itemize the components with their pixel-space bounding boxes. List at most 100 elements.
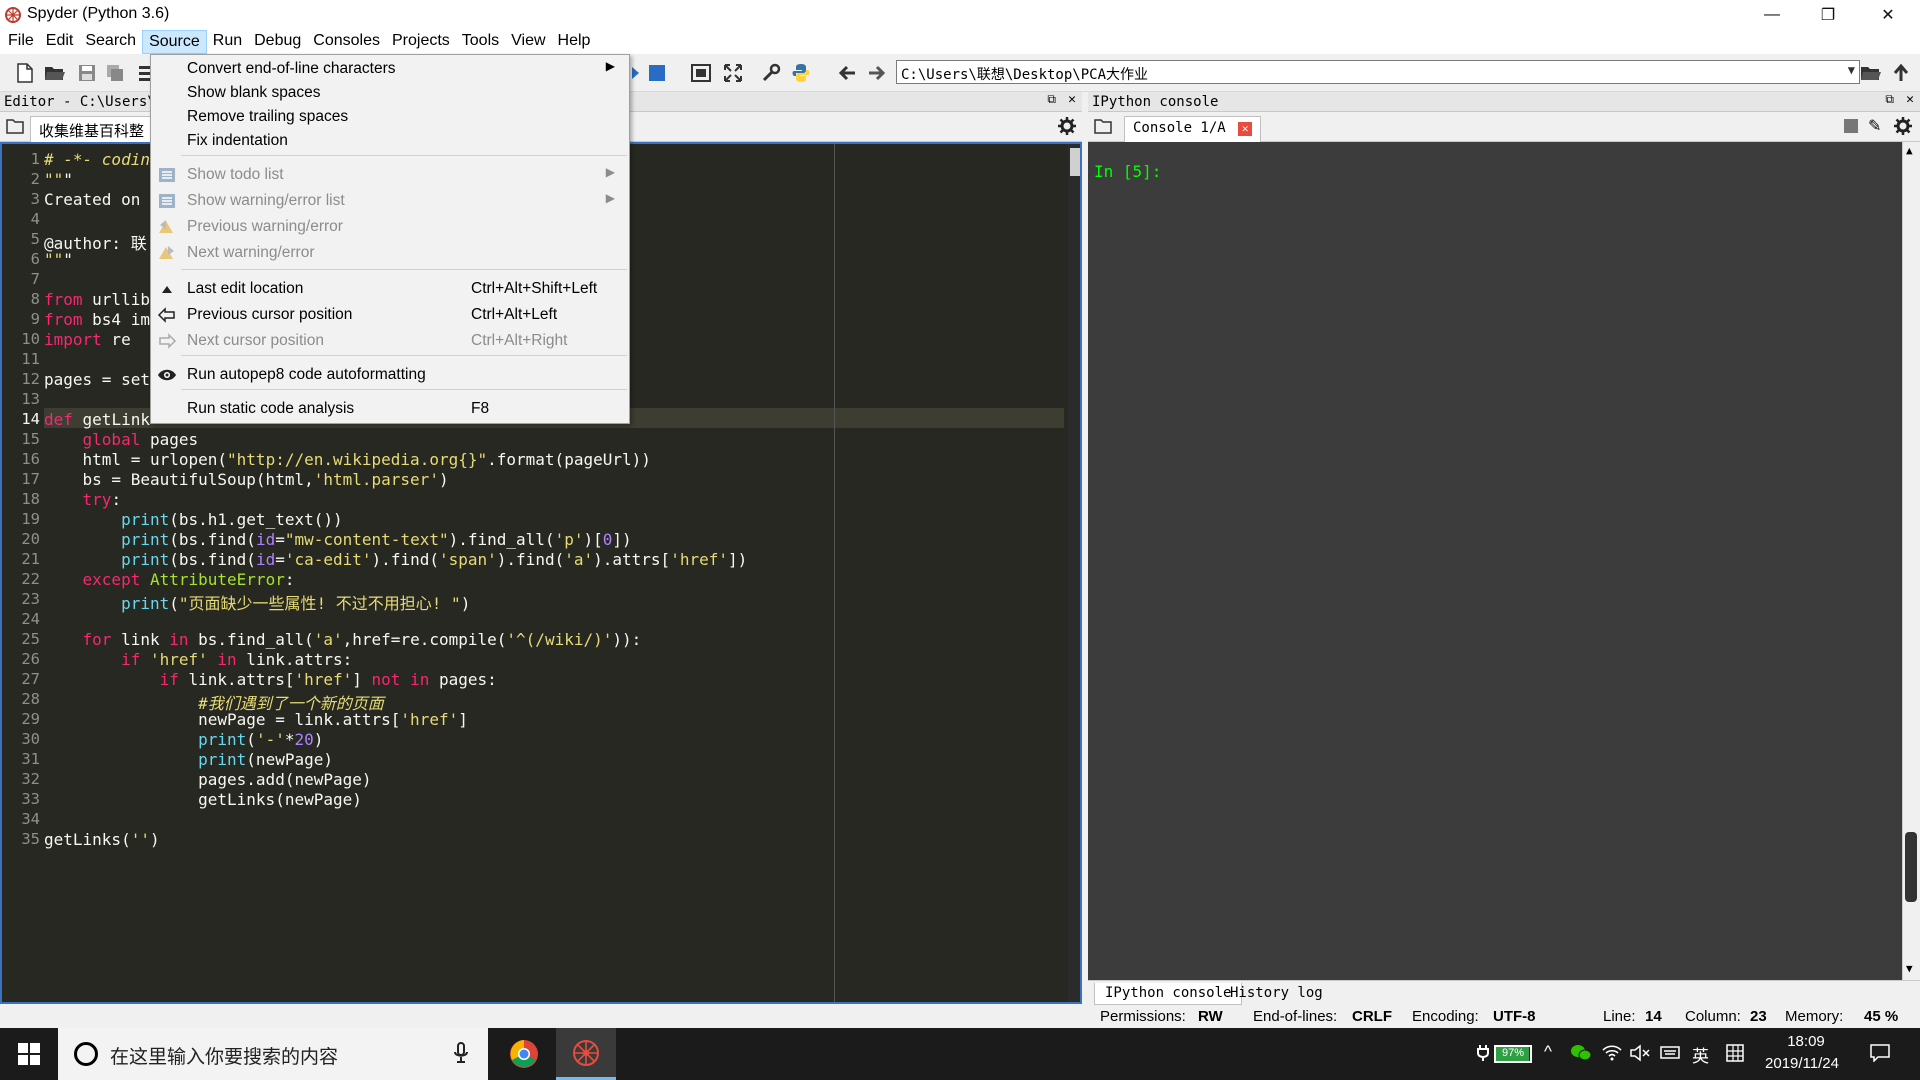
console-header-title: IPython console xyxy=(1092,94,1219,110)
menu-item-remove-trailing-spaces[interactable]: Remove trailing spaces xyxy=(151,105,629,129)
menu-run[interactable]: Run xyxy=(207,30,248,54)
clock-time[interactable]: 18:09 xyxy=(1766,1033,1846,1050)
save-file-icon[interactable] xyxy=(76,62,98,84)
menu-source[interactable]: Source xyxy=(142,30,207,54)
minimize-button[interactable]: — xyxy=(1744,0,1800,30)
new-file-icon[interactable] xyxy=(14,62,36,84)
gear-icon[interactable] xyxy=(1058,117,1076,140)
line-number: 9 xyxy=(30,310,40,328)
volume-muted-icon[interactable] xyxy=(1630,1044,1650,1067)
python-icon[interactable] xyxy=(790,62,812,84)
line-number: 23 xyxy=(21,590,40,608)
code-line: pages.add(newPage) xyxy=(44,770,372,789)
line-number: 29 xyxy=(21,710,40,728)
clock-date[interactable]: 2019/11/24 xyxy=(1752,1055,1852,1072)
eol-label: End-of-lines: xyxy=(1253,1008,1338,1025)
close-button[interactable]: ✕ xyxy=(1860,0,1916,30)
battery-indicator[interactable]: 97% xyxy=(1494,1045,1532,1063)
menu-item-previous-warning-error: Previous warning/error xyxy=(151,215,629,239)
maximize-pane-icon[interactable] xyxy=(690,62,712,84)
menu-item-shortcut: Ctrl+Alt+Left xyxy=(471,306,558,323)
console-pane-header: IPython console ⧉ ✕ xyxy=(1088,92,1920,112)
menu-view[interactable]: View xyxy=(505,30,551,54)
code-line: newPage = link.attrs['href'] xyxy=(44,710,468,729)
close-pane-icon[interactable]: ✕ xyxy=(1906,92,1914,107)
fullscreen-icon[interactable] xyxy=(722,62,744,84)
editor-scrollbar[interactable] xyxy=(1068,144,1080,1002)
ime-indicator[interactable]: 英 xyxy=(1692,1042,1709,1067)
stop-icon[interactable] xyxy=(646,62,668,84)
chevron-down-icon[interactable]: ▼ xyxy=(1848,63,1855,77)
browse-tabs-icon[interactable] xyxy=(1094,118,1112,139)
undock-icon[interactable]: ⧉ xyxy=(1047,92,1056,107)
undock-icon[interactable]: ⧉ xyxy=(1885,92,1894,107)
scroll-up-icon[interactable]: ▲ xyxy=(1906,144,1913,157)
parent-directory-icon[interactable] xyxy=(1890,62,1912,84)
menu-item-previous-cursor-position[interactable]: Previous cursor position Ctrl+Alt+Left xyxy=(151,303,629,327)
menu-item-show-blank-spaces[interactable]: Show blank spaces xyxy=(151,81,629,105)
save-all-icon[interactable] xyxy=(104,62,126,84)
line-number: 13 xyxy=(21,390,40,408)
console-tab[interactable]: Console 1/A ✕ xyxy=(1124,116,1262,142)
ime-grid-icon[interactable] xyxy=(1726,1044,1744,1067)
console-scrollbar-thumb[interactable] xyxy=(1905,832,1917,902)
code-line: import re xyxy=(44,330,131,349)
keyboard-icon[interactable] xyxy=(1660,1044,1680,1065)
browse-folder-icon[interactable] xyxy=(1860,62,1882,84)
menu-item-run-static-code-analysis[interactable]: Run static code analysis F8 xyxy=(151,397,629,421)
menu-tools[interactable]: Tools xyxy=(456,30,505,54)
menu-help[interactable]: Help xyxy=(552,30,597,54)
wifi-icon[interactable] xyxy=(1602,1044,1622,1067)
taskbar-spyder[interactable] xyxy=(556,1028,616,1080)
line-number: 11 xyxy=(21,350,40,368)
menu-edit[interactable]: Edit xyxy=(40,30,80,54)
line-number: 21 xyxy=(21,550,40,568)
menu-file[interactable]: File xyxy=(0,30,40,54)
menu-item-last-edit-location[interactable]: Last edit location Ctrl+Alt+Shift+Left xyxy=(151,277,629,301)
menu-item-label: Next cursor position xyxy=(187,332,324,349)
close-pane-icon[interactable]: ✕ xyxy=(1068,92,1076,107)
code-line: if link.attrs['href'] not in pages: xyxy=(159,670,497,689)
ipython-console[interactable]: In [5]: ▲ ▼ xyxy=(1088,142,1920,980)
line-number: 5 xyxy=(30,230,40,248)
wechat-icon[interactable] xyxy=(1570,1044,1592,1067)
working-directory-input[interactable]: C:\Users\联想\Desktop\PCA大作业 ▼ xyxy=(896,60,1860,84)
eraser-icon[interactable]: ✎ xyxy=(1868,116,1881,136)
forward-arrow-icon[interactable] xyxy=(866,62,888,84)
gear-icon[interactable] xyxy=(1894,117,1912,140)
power-plug-icon[interactable] xyxy=(1476,1044,1490,1067)
browse-tabs-icon[interactable] xyxy=(6,118,24,139)
submenu-arrow-icon: ▶ xyxy=(605,165,615,179)
open-file-icon[interactable] xyxy=(44,62,66,84)
editor-tab[interactable]: 收集维基百科整 xyxy=(30,116,154,142)
prev-cursor-icon xyxy=(157,306,177,324)
notification-icon[interactable] xyxy=(1870,1044,1890,1067)
taskbar-search-box[interactable]: 在这里输入你要搜索的内容 xyxy=(58,1028,488,1080)
tab-history-log[interactable]: History log xyxy=(1220,983,1333,1005)
menu-search[interactable]: Search xyxy=(79,30,142,54)
encoding-value: UTF-8 xyxy=(1493,1008,1536,1025)
menu-item-run-autopep8-code-autoformatting[interactable]: Run autopep8 code autoformatting xyxy=(151,363,629,387)
microphone-icon[interactable] xyxy=(454,1042,468,1070)
menu-item-convert-end-of-line-characters[interactable]: Convert end-of-line characters ▶ xyxy=(151,57,629,81)
scroll-down-icon[interactable]: ▼ xyxy=(1906,962,1913,975)
editor-scrollbar-thumb[interactable] xyxy=(1070,148,1080,176)
stop-kernel-icon[interactable] xyxy=(1844,119,1858,133)
menu-debug[interactable]: Debug xyxy=(248,30,307,54)
menu-consoles[interactable]: Consoles xyxy=(307,30,386,54)
menu-item-shortcut: Ctrl+Alt+Shift+Left xyxy=(471,280,598,297)
menu-item-label: Previous warning/error xyxy=(187,218,343,235)
line-number: 32 xyxy=(21,770,40,788)
line-number: 8 xyxy=(30,290,40,308)
console-scrollbar[interactable]: ▲ ▼ xyxy=(1902,142,1920,980)
close-tab-icon[interactable]: ✕ xyxy=(1238,122,1253,136)
menu-item-shortcut: Ctrl+Alt+Right xyxy=(471,332,568,349)
back-arrow-icon[interactable] xyxy=(836,62,858,84)
start-button[interactable] xyxy=(0,1028,58,1080)
menu-item-fix-indentation[interactable]: Fix indentation xyxy=(151,129,629,153)
maximize-button[interactable]: ❐ xyxy=(1800,0,1856,30)
show-hidden-icons-icon[interactable]: ^ xyxy=(1544,1042,1552,1062)
taskbar-chrome[interactable] xyxy=(494,1028,554,1080)
menu-projects[interactable]: Projects xyxy=(386,30,456,54)
wrench-icon[interactable] xyxy=(760,62,782,84)
